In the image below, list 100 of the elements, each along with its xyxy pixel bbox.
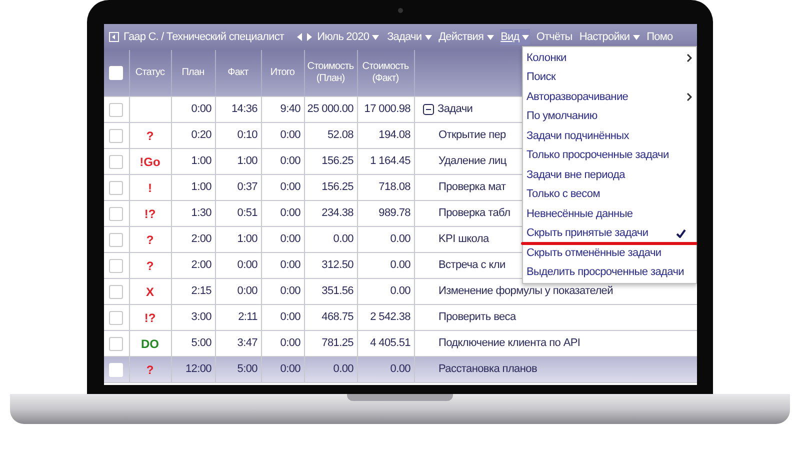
collapse-icon[interactable] — [422, 104, 434, 115]
caret-icon — [372, 34, 380, 40]
menu-option[interactable]: Невнесённые данные — [522, 204, 696, 224]
status-label: DO — [141, 336, 159, 352]
status-label: !? — [144, 310, 156, 326]
total-cell-text: 0:00 — [280, 206, 300, 221]
menu-option[interactable]: Выделить просроченные задачи — [522, 262, 696, 282]
fact-cell-text: 0:51 — [237, 206, 258, 222]
cost-fact-cell-text: 0.00 — [390, 362, 410, 378]
cost-fact-cell-text: 4 405.51 — [370, 336, 410, 352]
menu-option[interactable]: Колонки — [522, 48, 696, 68]
total-cell-text: 0:00 — [280, 310, 300, 325]
plan-cell-text: 2:00 — [191, 258, 212, 274]
cost-plan-cell-text: 156.25 — [322, 180, 354, 196]
plan-cell-text: 0:20 — [191, 128, 212, 144]
plan-cell-text: 2:00 — [191, 232, 212, 248]
task-name: Расстановка планов — [438, 362, 538, 378]
status-label: ? — [146, 258, 154, 274]
row-checkbox[interactable] — [109, 336, 123, 350]
status-label: ? — [146, 128, 154, 144]
caret-icon — [632, 34, 640, 40]
total-cell-text: 0:00 — [280, 284, 300, 299]
task-name: Изменение формулы у показателей — [438, 284, 613, 300]
task-name: KPI школа — [438, 232, 489, 248]
plan-cell-text: 5:00 — [191, 336, 212, 352]
fact-cell-text: 14:36 — [231, 102, 258, 118]
total-cell-text: 0:00 — [280, 154, 300, 169]
total-cell-text: 0:00 — [280, 336, 300, 351]
cost-plan-cell-text: 234.38 — [322, 206, 354, 222]
task-name: Проверить веса — [438, 310, 516, 326]
table-row[interactable]: DO 5:00 3:47 0:00 781.25 4 405.51 Подключение клиента по API — [104, 331, 696, 357]
plan-cell-text: 2:15 — [191, 284, 212, 300]
user-role: Гаар С. / Технический специалист — [124, 30, 284, 45]
status-label: X — [146, 284, 154, 300]
caret-icon — [424, 34, 432, 40]
cost-plan-cell-text: 0.00 — [333, 362, 354, 378]
row-checkbox[interactable] — [109, 206, 123, 220]
status-label: ! — [148, 180, 152, 196]
menu-option[interactable]: По умолчанию — [522, 106, 696, 126]
total-cell-text: 0:00 — [280, 232, 300, 247]
row-checkbox[interactable] — [109, 102, 123, 116]
cost-plan-cell-text: 156.25 — [322, 154, 354, 170]
table-row[interactable]: !? 3:00 2:11 0:00 468.75 2 542.38 Проверить веса — [104, 305, 696, 331]
total-cell-text: 0:00 — [280, 362, 300, 377]
fact-cell-text: 0:10 — [237, 128, 258, 144]
back-icon[interactable] — [108, 32, 118, 42]
cost-plan-cell-text: 781.25 — [322, 336, 354, 352]
fact-cell-text: 0:00 — [237, 258, 258, 274]
plan-cell-text: 0:00 — [191, 102, 212, 118]
row-checkbox[interactable] — [109, 180, 123, 194]
plan-cell-text: 1:30 — [191, 206, 212, 222]
plan-cell-text: 12:00 — [185, 362, 212, 378]
row-checkbox[interactable] — [109, 310, 123, 324]
cost-fact-cell-text: 2 542.38 — [370, 310, 410, 326]
camera-icon — [398, 8, 402, 13]
fact-cell-text: 0:00 — [237, 284, 258, 300]
task-name: Встреча с кли — [438, 258, 506, 274]
row-checkbox[interactable] — [109, 284, 123, 298]
chevron-right-icon — [686, 92, 692, 101]
cost-plan-cell-text: 0.00 — [333, 232, 354, 248]
row-checkbox[interactable] — [109, 128, 123, 142]
menu-option[interactable]: Только с весом — [522, 184, 696, 204]
cost-fact-cell-text: 194.08 — [378, 128, 410, 144]
cost-fact-cell-text: 0.00 — [390, 258, 410, 274]
fact-cell-text: 0:37 — [237, 180, 258, 196]
row-checkbox[interactable] — [109, 258, 123, 272]
row-checkbox[interactable] — [109, 154, 123, 168]
cost-fact-cell-text: 1 164.45 — [370, 154, 410, 170]
row-checkbox[interactable] — [109, 232, 123, 246]
status-label: ? — [146, 362, 154, 378]
caret-icon — [486, 34, 494, 40]
chevron-right-icon — [686, 54, 692, 62]
fact-cell-text: 1:00 — [237, 232, 258, 248]
menu-option[interactable]: Поиск — [522, 68, 696, 87]
cost-plan-cell-text: 351.56 — [322, 284, 354, 300]
status-label: !? — [144, 206, 156, 222]
table-row[interactable]: ? 12:00 5:00 0:00 0.00 0.00 Расстановка планов — [104, 357, 696, 383]
cost-plan-cell-text: 25 000.00 — [307, 102, 354, 118]
task-name: Проверка табл — [438, 206, 510, 222]
cost-fact-cell-text: 0.00 — [390, 284, 410, 300]
next-icon[interactable] — [307, 33, 312, 41]
task-name: Удаление лиц — [438, 154, 506, 170]
plan-cell-text: 1:00 — [191, 180, 212, 196]
plan-cell-text: 1:00 — [191, 154, 212, 170]
plan-cell-text: 3:00 — [191, 310, 212, 326]
cost-plan-cell-text: 52.08 — [327, 128, 354, 144]
total-cell-text: 0:00 — [280, 258, 300, 273]
status-label: ? — [146, 232, 154, 248]
task-name: Подключение клиента по API — [438, 336, 580, 352]
cost-fact-cell-text: 17 000.98 — [364, 102, 410, 118]
menu-option[interactable]: Задачи подчинённых — [522, 126, 696, 146]
cost-fact-cell-text: 989.78 — [378, 206, 410, 222]
checkmark-icon — [676, 228, 686, 238]
group-name: Задачи — [438, 102, 473, 118]
fact-cell-text: 2:11 — [238, 310, 258, 326]
previous-icon[interactable] — [297, 33, 302, 41]
table-row[interactable]: X 2:15 0:00 0:00 351.56 0.00 Изменение формулы у показателей — [104, 279, 696, 305]
fact-cell-text: 1:00 — [237, 154, 258, 170]
cost-fact-cell-text: 718.08 — [378, 180, 410, 196]
cost-fact-cell-text: 0.00 — [390, 232, 410, 248]
